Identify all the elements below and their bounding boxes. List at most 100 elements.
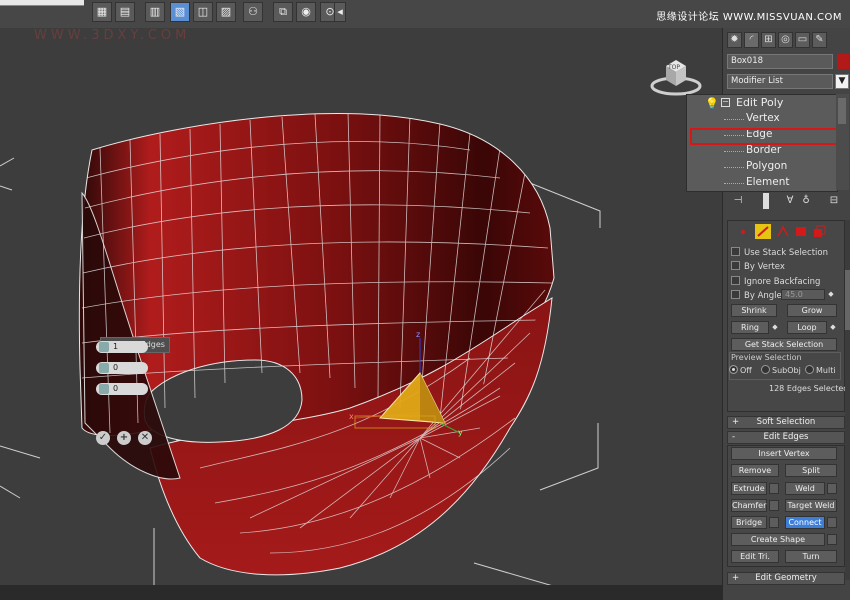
weld-button[interactable]: Weld bbox=[785, 482, 825, 495]
by-angle-checkbox[interactable]: By Angle: bbox=[731, 290, 785, 301]
viewcube-label: TOP bbox=[668, 64, 681, 71]
target-weld-button[interactable]: Target Weld bbox=[785, 499, 837, 512]
chevron-down-icon[interactable]: ▼ bbox=[835, 74, 849, 89]
soft-selection-rollout[interactable]: + Soft Selection bbox=[727, 416, 845, 429]
object-name-field[interactable]: Box018 bbox=[727, 54, 833, 69]
create-icon[interactable]: ✹ bbox=[727, 32, 742, 48]
caddy-pinch-field[interactable]: 0 bbox=[96, 362, 148, 374]
stack-item-element[interactable]: Element bbox=[746, 176, 789, 188]
edit-tri-button[interactable]: Edit Tri. bbox=[731, 550, 779, 563]
lightbulb-icon[interactable]: 💡 bbox=[705, 97, 719, 110]
graph-icon[interactable]: ◫ bbox=[193, 2, 213, 22]
command-panel: ✹ ◜ ⊞ ◎ ▭ ✎ Box018 Modifier List ▼ 💡 − E… bbox=[686, 28, 850, 600]
configure-sets-icon[interactable]: ⊟ bbox=[827, 193, 841, 209]
chamfer-settings-icon[interactable] bbox=[769, 500, 779, 511]
extrude-button[interactable]: Extrude bbox=[731, 482, 767, 495]
scroll-thumb[interactable] bbox=[845, 270, 850, 330]
vertex-mode-icon[interactable] bbox=[735, 224, 751, 239]
insert-vertex-button[interactable]: Insert Vertex bbox=[731, 447, 837, 460]
rollout-title: Edit Edges bbox=[763, 432, 809, 442]
schematic-icon[interactable]: ⚇ bbox=[243, 2, 263, 22]
panel-scrollbar[interactable] bbox=[845, 220, 850, 580]
material-icon[interactable]: ▨ bbox=[216, 2, 236, 22]
connect-button[interactable]: Connect bbox=[785, 516, 825, 529]
stack-item-border[interactable]: Border bbox=[746, 144, 781, 156]
edit-geometry-rollout[interactable]: + Edit Geometry bbox=[727, 572, 845, 585]
preview-multi-radio[interactable]: Multi bbox=[805, 365, 836, 375]
stack-item-polygon[interactable]: Polygon bbox=[746, 160, 787, 172]
extrude-settings-icon[interactable] bbox=[769, 483, 779, 494]
angle-spinner[interactable]: ◆ bbox=[827, 288, 835, 300]
bridge-button[interactable]: Bridge bbox=[731, 516, 767, 529]
link-icon[interactable]: ⧉ bbox=[273, 2, 293, 22]
ring-spinner[interactable]: ◆ bbox=[771, 321, 779, 333]
caddy-slide-field[interactable]: 0 bbox=[96, 383, 148, 395]
preview-off-radio[interactable]: Off bbox=[729, 365, 752, 375]
grow-button[interactable]: Grow bbox=[787, 304, 837, 317]
weld-settings-icon[interactable] bbox=[827, 483, 837, 494]
collapse-icon[interactable]: − bbox=[721, 98, 730, 107]
turn-button[interactable]: Turn bbox=[785, 550, 837, 563]
chamfer-button[interactable]: Chamfer bbox=[731, 499, 767, 512]
rollout-title: Edit Geometry bbox=[755, 573, 817, 583]
polygon-mode-icon[interactable] bbox=[793, 224, 809, 239]
angle-input[interactable]: 45.0 bbox=[781, 289, 825, 300]
use-stack-selection-checkbox[interactable]: Use Stack Selection bbox=[731, 247, 828, 258]
toolbar-field[interactable] bbox=[0, 0, 84, 6]
shrink-button[interactable]: Shrink bbox=[731, 304, 777, 317]
edge-mode-icon[interactable] bbox=[755, 224, 771, 239]
border-mode-icon[interactable] bbox=[775, 224, 791, 239]
tree-line bbox=[724, 167, 744, 168]
preview-selection-title: Preview Selection bbox=[731, 353, 802, 362]
undo-icon[interactable]: ◂ bbox=[334, 2, 346, 22]
layers-icon[interactable]: ▥ bbox=[145, 2, 165, 22]
bridge-settings-icon[interactable] bbox=[769, 517, 779, 528]
viewcube[interactable] bbox=[650, 56, 702, 96]
get-stack-selection-button[interactable]: Get Stack Selection bbox=[731, 338, 837, 351]
preview-subobj-radio[interactable]: SubObj bbox=[761, 365, 801, 375]
modify-icon[interactable]: ◜ bbox=[744, 32, 759, 48]
main-toolbar: ▦ ▤ ▥ ▧ ◫ ▨ ⚇ ⧉ ◉ ⊙ ◂ 思缘设计论坛 WWW.MISSVUA… bbox=[0, 0, 850, 29]
create-shape-settings-icon[interactable] bbox=[827, 534, 837, 545]
utilities-icon[interactable]: ✎ bbox=[812, 32, 827, 48]
create-shape-button[interactable]: Create Shape bbox=[731, 533, 825, 546]
loop-button[interactable]: Loop bbox=[787, 321, 827, 334]
site-credit: 思缘设计论坛 WWW.MISSVUAN.COM bbox=[656, 12, 842, 23]
by-vertex-checkbox[interactable]: By Vertex bbox=[731, 261, 785, 272]
remove-button[interactable]: Remove bbox=[731, 464, 779, 477]
stack-item-edit-poly[interactable]: Edit Poly bbox=[736, 96, 783, 109]
split-button[interactable]: Split bbox=[785, 464, 837, 477]
display-icon[interactable]: ▭ bbox=[795, 32, 810, 48]
caddy-apply-button[interactable]: + bbox=[117, 431, 131, 445]
render-icon[interactable]: ▤ bbox=[115, 2, 135, 22]
modifier-list-dropdown[interactable]: Modifier List bbox=[727, 74, 833, 89]
remove-modifier-icon[interactable]: ♁ bbox=[799, 193, 813, 209]
slide-value: 0 bbox=[113, 384, 119, 393]
edit-edges-rollout[interactable]: - Edit Edges bbox=[727, 431, 845, 444]
render-setup-icon[interactable]: ◉ bbox=[296, 2, 316, 22]
object-color-swatch[interactable] bbox=[837, 54, 849, 69]
caddy-segments-field[interactable]: 1 bbox=[96, 341, 148, 353]
stack-item-vertex[interactable]: Vertex bbox=[746, 112, 780, 124]
select-icon[interactable]: ▧ bbox=[170, 2, 190, 22]
checkbox-box bbox=[731, 276, 740, 285]
perspective-viewport[interactable]: WWW.3DXY.COM z x y TOP Edges 1 0 0 ✓ + ✕ bbox=[0, 28, 722, 600]
make-unique-icon[interactable]: ∀ bbox=[783, 193, 797, 209]
element-mode-icon[interactable] bbox=[811, 224, 827, 239]
ignore-backfacing-checkbox[interactable]: Ignore Backfacing bbox=[731, 276, 820, 287]
connect-settings-icon[interactable] bbox=[827, 517, 837, 528]
motion-icon[interactable]: ◎ bbox=[778, 32, 793, 48]
ring-button[interactable]: Ring bbox=[731, 321, 769, 334]
hierarchy-icon[interactable]: ⊞ bbox=[761, 32, 776, 48]
show-end-result-icon[interactable] bbox=[763, 193, 769, 209]
grid-icon[interactable]: ▦ bbox=[92, 2, 112, 22]
pin-stack-icon[interactable]: ⊣ bbox=[731, 193, 745, 209]
stack-scrollbar[interactable] bbox=[836, 94, 849, 190]
mesh-canvas[interactable] bbox=[0, 28, 722, 600]
loop-spinner[interactable]: ◆ bbox=[829, 321, 837, 333]
scroll-thumb[interactable] bbox=[838, 98, 846, 124]
caddy-ok-button[interactable]: ✓ bbox=[96, 431, 110, 445]
caddy-cancel-button[interactable]: ✕ bbox=[138, 431, 152, 445]
expand-icon: + bbox=[732, 573, 740, 583]
slide-icon bbox=[99, 384, 109, 394]
